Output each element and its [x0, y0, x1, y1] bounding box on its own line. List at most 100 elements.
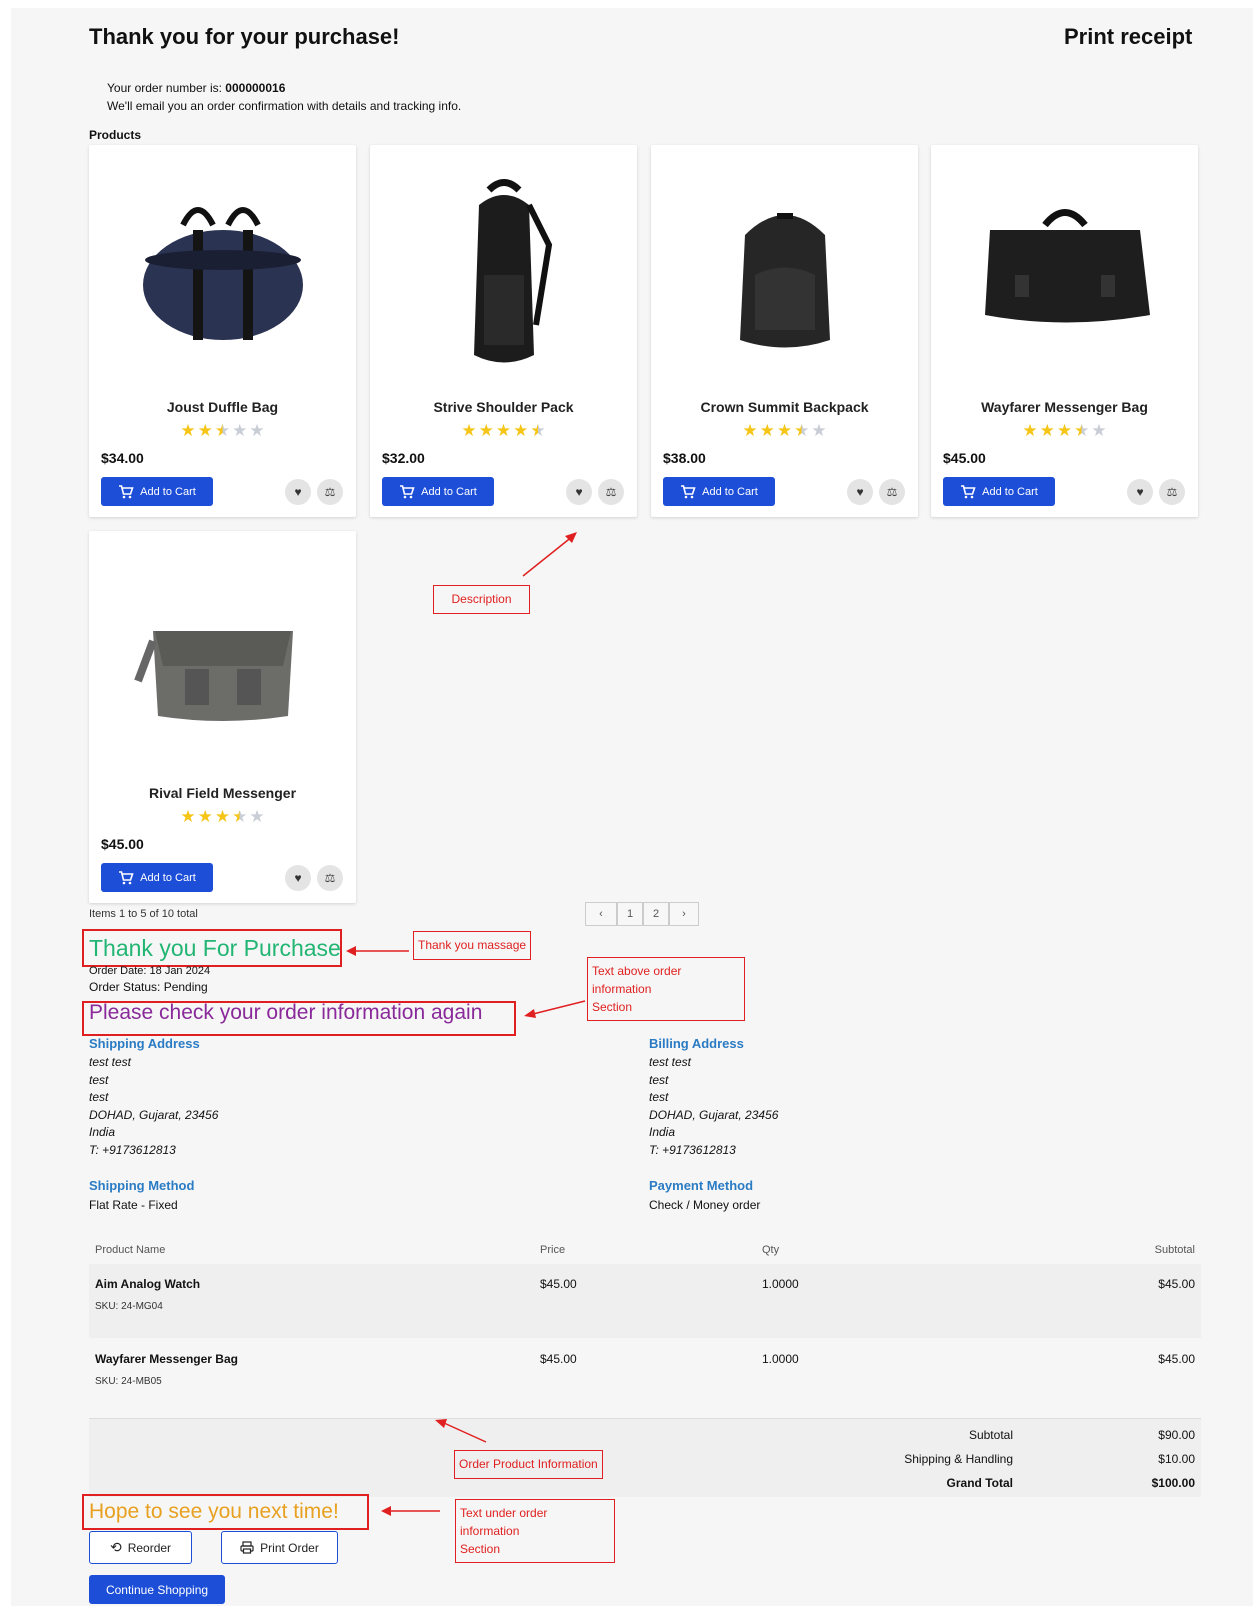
text-under-annotation: Text under order information Section — [455, 1499, 615, 1563]
product-name[interactable]: Joust Duffle Bag — [89, 399, 356, 415]
product-name[interactable]: Strive Shoulder Pack — [370, 399, 637, 415]
star-icon: ★ — [478, 421, 494, 440]
products-label: Products — [89, 128, 142, 142]
row-sku: SKU: 24-MG04 — [95, 1301, 163, 1312]
add-to-wishlist-button[interactable]: ♥ — [566, 479, 592, 505]
billing-address: test test test test DOHAD, Gujarat, 2345… — [649, 1055, 779, 1157]
star-icon: ★ — [530, 421, 546, 440]
rating-stars: ★ ★ ★ ★ ★ — [651, 421, 918, 441]
prev-page-button[interactable]: ‹ — [585, 902, 617, 926]
cart-icon — [400, 484, 415, 498]
cart-icon — [961, 484, 976, 498]
order-status: Order Status: Pending — [89, 980, 208, 994]
star-icon: ★ — [461, 421, 477, 440]
add-to-wishlist-button[interactable]: ♥ — [1127, 479, 1153, 505]
add-to-compare-button[interactable]: ⚖ — [317, 865, 343, 891]
star-icon: ★ — [776, 421, 793, 440]
col-product-name: Product Name — [95, 1244, 166, 1256]
star-icon: ★ — [249, 421, 265, 440]
shipping-method: Flat Rate - Fixed — [89, 1198, 178, 1212]
payment-method: Check / Money order — [649, 1198, 761, 1212]
backpack-image[interactable] — [685, 165, 885, 380]
please-check-message: Please check your order information agai… — [89, 1001, 483, 1024]
rating-stars: ★ ★ ★ ★ ★ — [89, 421, 356, 441]
star-icon: ★ — [180, 807, 196, 826]
row-product-name: Wayfarer Messenger Bag — [95, 1352, 238, 1366]
star-icon: ★ — [1022, 421, 1038, 440]
billing-address-title: Billing Address — [649, 1036, 744, 1051]
star-icon: ★ — [495, 421, 512, 440]
description-annotation: Description — [433, 585, 530, 614]
star-icon: ★ — [1056, 421, 1073, 440]
product-name[interactable]: Wayfarer Messenger Bag — [931, 399, 1198, 415]
cart-icon — [681, 484, 696, 498]
scale-icon: ⚖ — [1166, 485, 1178, 499]
add-to-wishlist-button[interactable]: ♥ — [847, 479, 873, 505]
rating-stars: ★ ★ ★ ★ ★ — [931, 421, 1198, 441]
text-above-arrow-icon — [524, 1000, 586, 1018]
star-icon: ★ — [811, 421, 827, 440]
product-name[interactable]: Rival Field Messenger — [89, 785, 356, 801]
shipping-method-title: Shipping Method — [89, 1178, 195, 1193]
add-to-cart-button[interactable]: Add to Cart — [101, 477, 213, 506]
table-row — [89, 1264, 1201, 1338]
star-icon: ★ — [513, 421, 529, 440]
add-to-cart-button[interactable]: Add to Cart — [101, 863, 213, 892]
messenger-bag-image[interactable] — [965, 165, 1165, 380]
product-card: Strive Shoulder Pack ★ ★ ★ ★ ★ $32.00 Add to… — [370, 145, 637, 517]
row-sku: SKU: 24-MB05 — [95, 1376, 162, 1387]
subtotal-value: $90.00 — [1158, 1428, 1195, 1442]
product-price: $45.00 — [943, 450, 986, 466]
totals-area — [89, 1418, 1201, 1497]
refresh-icon: ⟲ — [109, 1539, 122, 1555]
thank-you-annotation: Thank you massage — [413, 931, 532, 960]
scale-icon: ⚖ — [324, 871, 336, 885]
star-icon: ★ — [742, 421, 758, 440]
col-subtotal: Subtotal — [1154, 1244, 1195, 1256]
next-page-button[interactable]: › — [669, 902, 699, 926]
reorder-button[interactable]: ⟲ Reorder — [89, 1531, 192, 1564]
add-to-compare-button[interactable]: ⚖ — [1159, 479, 1185, 505]
shipping-label: Shipping & Handling — [904, 1452, 1013, 1466]
grand-total-value: $100.00 — [1151, 1476, 1195, 1490]
product-card: Rival Field Messenger ★ ★ ★ ★ ★ $45.00 Add t… — [89, 531, 356, 903]
add-to-cart-button[interactable]: Add to Cart — [382, 477, 494, 506]
page-1-button[interactable]: 1 — [617, 902, 643, 926]
print-receipt-link[interactable]: Print receipt — [1064, 24, 1192, 50]
shoulder-pack-image[interactable] — [404, 165, 604, 380]
thank-you-message: Thank you For Purchase — [89, 935, 341, 961]
rating-stars: ★ ★ ★ ★ ★ — [89, 807, 356, 827]
star-icon: ★ — [232, 807, 248, 826]
heart-icon: ♥ — [294, 485, 302, 499]
add-to-compare-button[interactable]: ⚖ — [879, 479, 905, 505]
heart-icon: ♥ — [856, 485, 864, 499]
scale-icon: ⚖ — [324, 485, 336, 499]
row-price: $45.00 — [540, 1277, 577, 1291]
page-title: Thank you for your purchase! — [89, 24, 400, 49]
thank-you-arrow-icon — [346, 946, 409, 956]
continue-shopping-button[interactable]: Continue Shopping — [89, 1575, 225, 1604]
duffle-bag-image[interactable] — [123, 165, 323, 380]
star-icon: ★ — [232, 421, 248, 440]
product-card: Wayfarer Messenger Bag ★ ★ ★ ★ ★ $45.00 Add … — [931, 145, 1198, 517]
product-card: Joust Duffle Bag ★ ★ ★ ★ ★ $34.00 Add to Car… — [89, 145, 356, 517]
field-messenger-image[interactable] — [123, 551, 323, 766]
scale-icon: ⚖ — [605, 485, 617, 499]
add-to-wishlist-button[interactable]: ♥ — [285, 479, 311, 505]
product-price: $32.00 — [382, 450, 425, 466]
product-name[interactable]: Crown Summit Backpack — [651, 399, 918, 415]
row-subtotal: $45.00 — [1158, 1352, 1195, 1366]
shipping-address-title: Shipping Address — [89, 1036, 200, 1051]
add-to-compare-button[interactable]: ⚖ — [317, 479, 343, 505]
page-2-button[interactable]: 2 — [643, 902, 669, 926]
chevron-right-icon: › — [682, 908, 686, 920]
printer-icon — [240, 1541, 254, 1554]
add-to-wishlist-button[interactable]: ♥ — [285, 865, 311, 891]
add-to-cart-button[interactable]: Add to Cart — [943, 477, 1055, 506]
product-price: $34.00 — [101, 450, 144, 466]
add-to-compare-button[interactable]: ⚖ — [598, 479, 624, 505]
add-to-cart-button[interactable]: Add to Cart — [663, 477, 775, 506]
row-qty: 1.0000 — [762, 1352, 799, 1366]
print-order-button[interactable]: Print Order — [221, 1531, 338, 1564]
order-date: Order Date: 18 Jan 2024 — [89, 965, 211, 977]
